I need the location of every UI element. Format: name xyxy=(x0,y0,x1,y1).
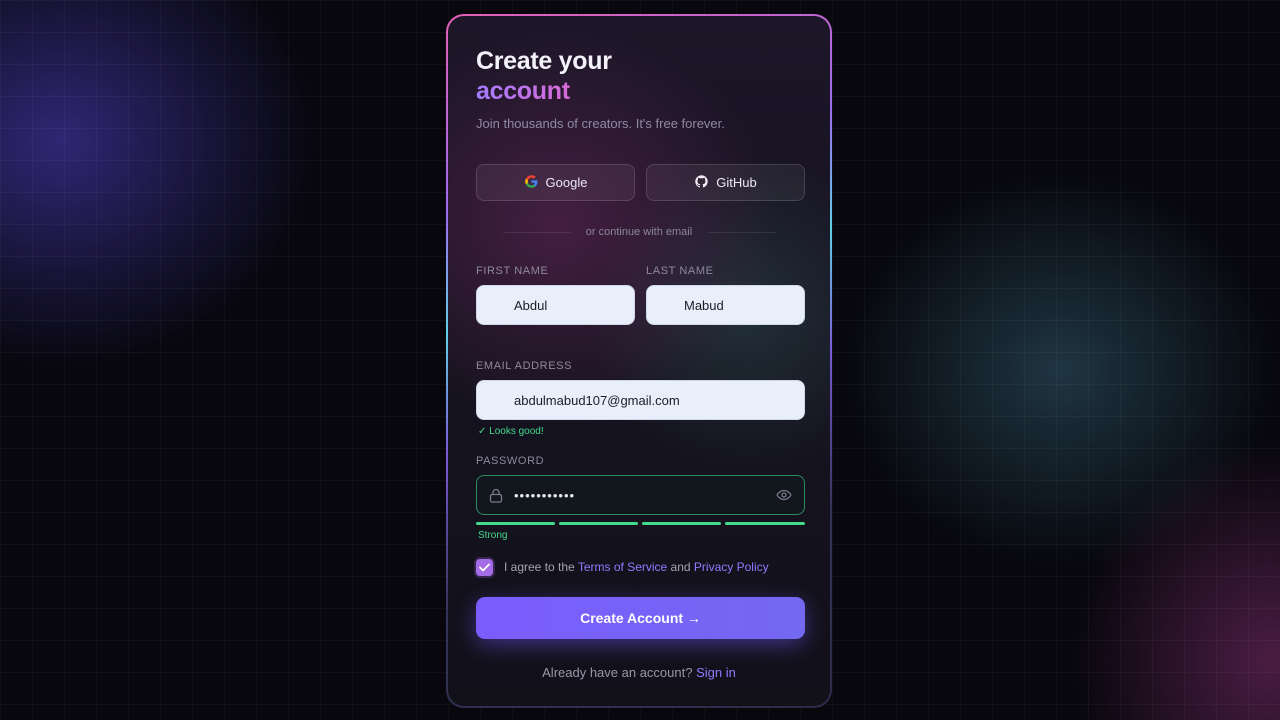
first-name-label: FIRST NAME xyxy=(476,265,549,277)
email-value: abdulmabud107@gmail.com xyxy=(514,392,680,408)
last-name-input[interactable]: Mabud xyxy=(646,285,805,325)
strength-segment-4 xyxy=(725,522,805,525)
terms-text: I agree to the Terms of Service and Priv… xyxy=(504,560,769,574)
github-button[interactable]: GitHub xyxy=(646,164,805,201)
email-label: EMAIL ADDRESS xyxy=(476,360,573,372)
github-button-label: GitHub xyxy=(716,175,757,190)
google-icon xyxy=(524,174,539,192)
terms-of-service-link[interactable]: Terms of Service xyxy=(578,560,667,574)
create-account-button[interactable]: Create Account → xyxy=(476,597,805,639)
email-input[interactable]: abdulmabud107@gmail.com xyxy=(476,380,805,420)
first-name-value: Abdul xyxy=(514,297,548,313)
first-name-input[interactable]: Abdul xyxy=(476,285,635,325)
lock-icon xyxy=(489,488,503,506)
password-value: ••••••••••• xyxy=(514,487,576,503)
last-name-value: Mabud xyxy=(684,297,724,313)
terms-prefix: I agree to the xyxy=(504,560,575,574)
title-line-1: Create your xyxy=(476,47,612,75)
signin-prompt-text: Already have an account? xyxy=(542,665,693,680)
password-label: PASSWORD xyxy=(476,455,545,467)
last-name-label: LAST NAME xyxy=(646,265,714,277)
strength-label: Strong xyxy=(478,530,508,541)
google-button[interactable]: Google xyxy=(476,164,635,201)
google-button-label: Google xyxy=(545,175,588,190)
email-valid-hint: ✓ Looks good! xyxy=(478,426,544,437)
create-account-button-label: Create Account → xyxy=(580,610,701,626)
signin-link[interactable]: Sign in xyxy=(696,665,736,680)
signup-card-border: Create your account Join thousands of cr… xyxy=(446,14,832,708)
strength-segment-1 xyxy=(476,522,555,525)
terms-and: and xyxy=(670,560,691,574)
subtitle: Join thousands of creators. It's free fo… xyxy=(476,116,725,131)
github-icon xyxy=(694,174,709,192)
check-icon xyxy=(479,559,490,577)
divider-text: or continue with email xyxy=(585,226,693,238)
terms-checkbox[interactable] xyxy=(476,559,493,576)
password-input[interactable]: ••••••••••• xyxy=(476,475,805,515)
strength-segment-2 xyxy=(559,522,638,525)
privacy-policy-link[interactable]: Privacy Policy xyxy=(694,560,769,574)
title-line-2: account xyxy=(476,77,570,105)
signin-prompt: Already have an account? Sign in xyxy=(448,665,830,680)
strength-segment-3 xyxy=(642,522,721,525)
signup-card: Create your account Join thousands of cr… xyxy=(448,16,830,706)
eye-icon[interactable] xyxy=(776,488,792,505)
